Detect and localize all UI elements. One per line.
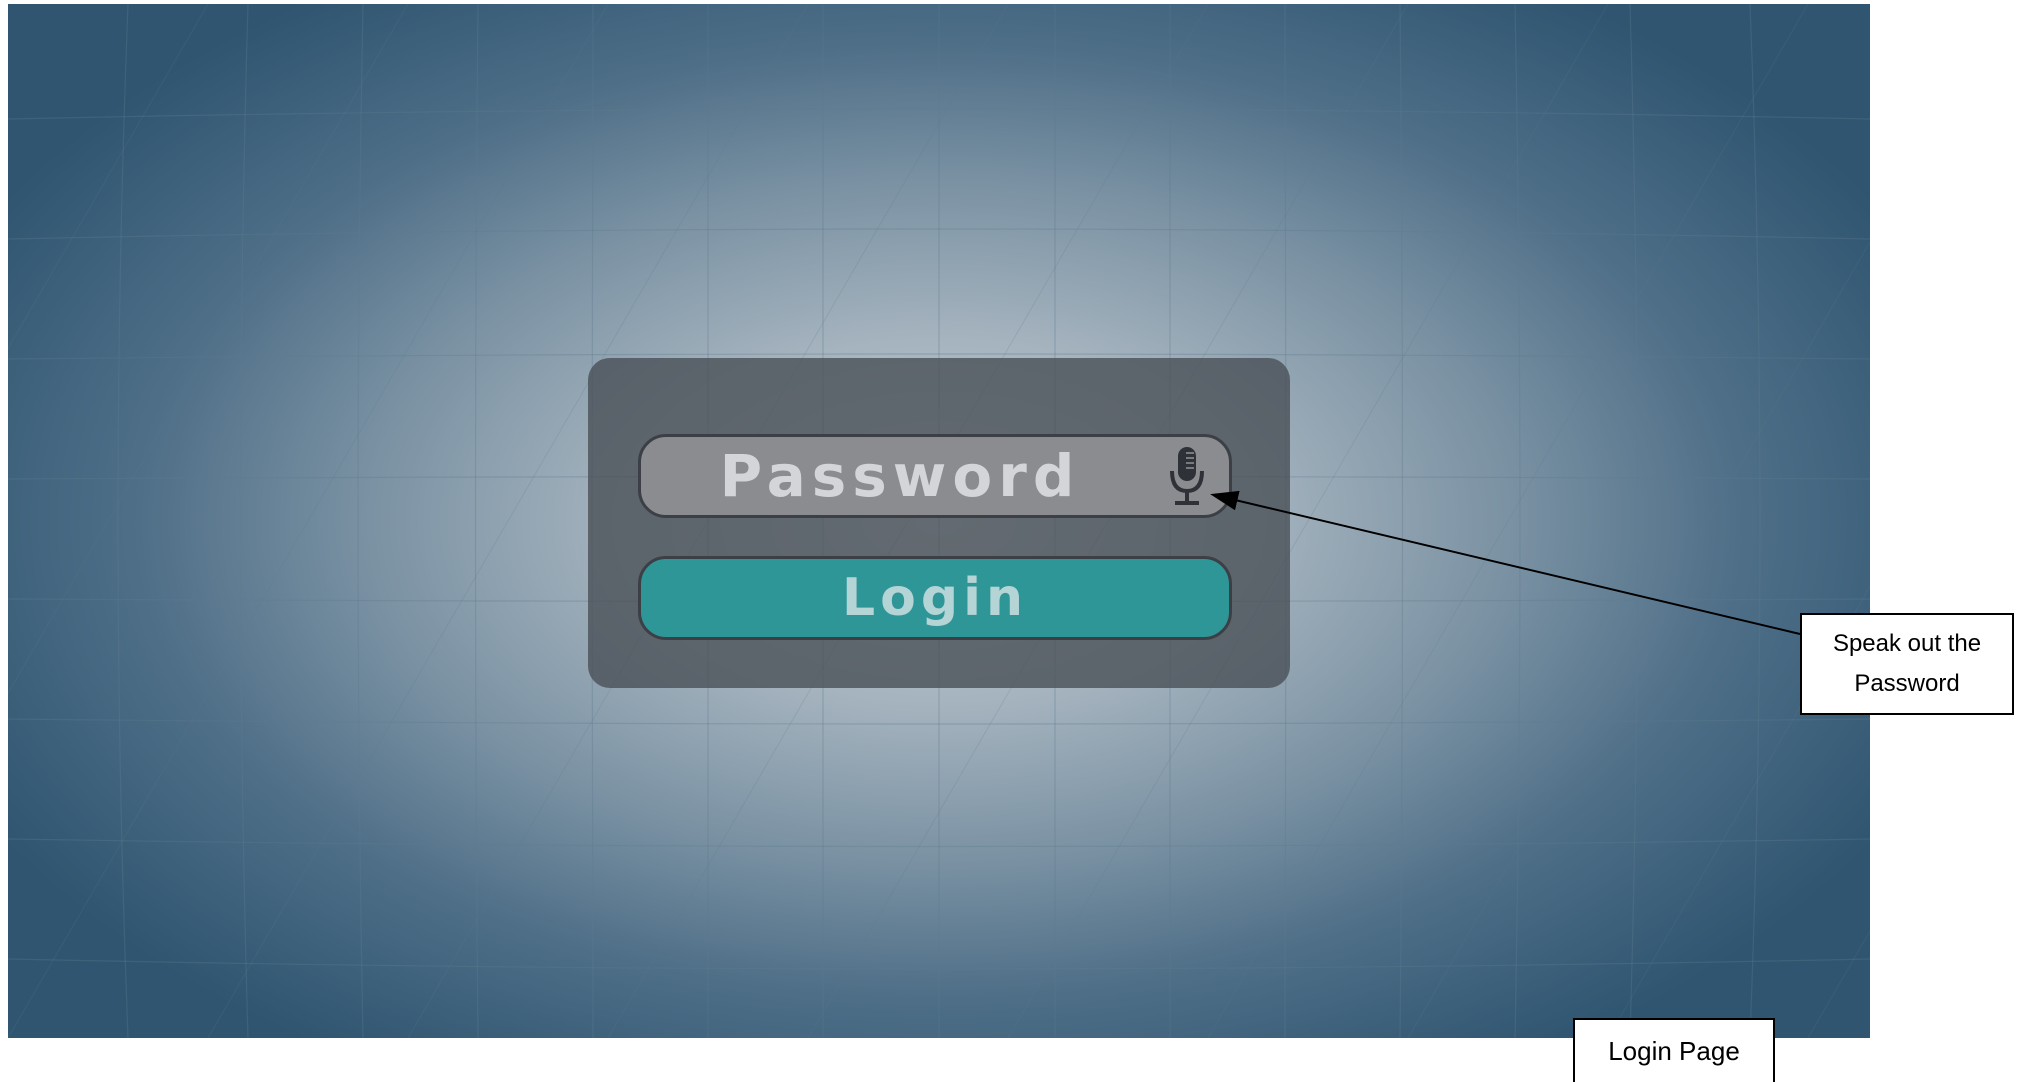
login-button[interactable]: Login [638,556,1232,640]
microphone-icon[interactable] [1167,445,1207,509]
login-button-label: Login [842,568,1028,628]
password-placeholder: Password [719,442,1081,510]
page-label-text: Login Page [1608,1035,1740,1066]
callout-text-line-1: Speak out the [1832,630,1982,657]
screen-background: Password Login [8,4,1870,1038]
page: Password Login Speak out the Password Lo… [0,0,2020,1082]
password-input[interactable]: Password [638,434,1232,518]
login-card: Password Login [588,358,1290,688]
page-label: Login Page [1573,1018,1775,1082]
callout-text-line-2: Password [1854,670,1960,697]
callout-box: Speak out the Password [1800,613,2014,715]
